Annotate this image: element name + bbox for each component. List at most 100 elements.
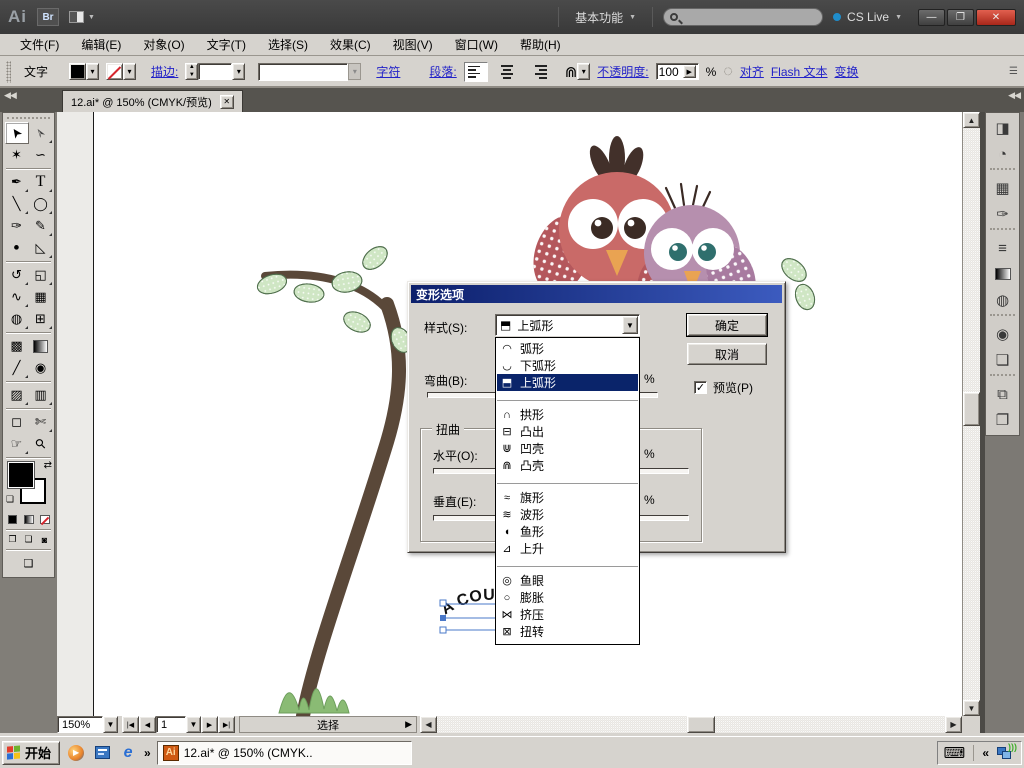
warp-option-wave[interactable]: ≋ 波形 xyxy=(497,506,638,523)
menu-file[interactable]: 文件(F) xyxy=(10,34,69,55)
blob-brush-tool[interactable]: ⚫ xyxy=(5,237,29,259)
last-page-button[interactable]: ▶| xyxy=(218,716,235,733)
warp-option-shell-upper[interactable]: ⋒ 凸壳 xyxy=(497,457,638,474)
perspective-grid-tool[interactable]: ⊞ xyxy=(29,308,53,330)
type-tool[interactable]: T xyxy=(29,171,53,193)
warp-option-shell-lower[interactable]: ⋓ 凹壳 xyxy=(497,440,638,457)
envelope-warp-dropdown[interactable]: ▾ xyxy=(577,63,591,80)
warp-option-arc-lower[interactable]: ◡ 下弧形 xyxy=(497,357,638,374)
warp-option-fisheye[interactable]: ◎ 鱼眼 xyxy=(497,572,638,589)
opacity-link[interactable]: 不透明度: xyxy=(597,63,648,80)
menu-edit[interactable]: 编辑(E) xyxy=(71,34,131,55)
symbol-sprayer-tool[interactable]: ▨ xyxy=(5,384,29,406)
swap-fill-stroke-icon[interactable]: ⇄ xyxy=(44,460,52,471)
fill-dropdown-button[interactable]: ▾ xyxy=(86,63,100,80)
brushes-panel-button[interactable]: ✑ xyxy=(986,201,1019,227)
input-method-icon[interactable]: ⌨ xyxy=(944,744,966,762)
panel-drag-handle[interactable] xyxy=(6,60,11,83)
pen-tool[interactable]: ✒ xyxy=(5,171,29,193)
scroll-left-button[interactable]: ◀ xyxy=(420,716,437,733)
stroke-weight-control[interactable]: ▲ ▼ ▾ xyxy=(185,63,246,80)
next-page-button[interactable]: ▶ xyxy=(201,716,218,733)
warp-option-fish[interactable]: ◖ 鱼形 xyxy=(497,523,638,540)
warp-style-combobox[interactable]: ⬒ 上弧形 ▼ xyxy=(495,314,640,336)
flash-text-link[interactable]: Flash 文本 xyxy=(771,63,828,80)
warp-option-twist[interactable]: ⊠ 扭转 xyxy=(497,623,638,640)
direct-selection-tool[interactable]: ➢ xyxy=(29,122,53,144)
eraser-tool[interactable]: ◺ xyxy=(29,237,53,259)
fill-swatch[interactable] xyxy=(7,461,35,489)
warp-option-inflate[interactable]: ○ 膨胀 xyxy=(497,589,638,606)
paintbrush-tool[interactable]: ✑ xyxy=(5,215,29,237)
align-panel-link[interactable]: 对齐 xyxy=(740,63,764,80)
workspace-switcher-button[interactable]: 基本功能 ▼ xyxy=(569,9,642,26)
preview-checkbox-row[interactable]: ✓ 预览(P) xyxy=(694,379,753,396)
eyedropper-tool[interactable]: ╱ xyxy=(5,357,29,379)
default-fill-stroke-icon[interactable]: ❏ xyxy=(6,494,14,505)
menu-type[interactable]: 文字(T) xyxy=(197,34,256,55)
opacity-spinner[interactable]: ▶ xyxy=(682,65,696,78)
selection-tool[interactable]: ➤ xyxy=(4,122,29,144)
first-page-button[interactable]: |◀ xyxy=(122,716,139,733)
draw-inside-button[interactable]: ◙ xyxy=(37,532,53,547)
align-center-button[interactable] xyxy=(495,62,519,82)
transparency-panel-button[interactable]: ◍ xyxy=(986,287,1019,313)
search-input[interactable] xyxy=(663,8,824,26)
stroke-color-control[interactable]: ▾ xyxy=(106,63,137,80)
appearance-panel-button[interactable]: ◉ xyxy=(986,321,1019,347)
vertical-scroll-thumb[interactable] xyxy=(963,392,980,426)
column-graph-tool[interactable]: ▥ xyxy=(29,384,53,406)
stroke-panel-link[interactable]: 描边: xyxy=(151,63,178,80)
left-dock-collapse[interactable]: ◀◀ xyxy=(4,90,17,112)
warp-option-arch[interactable]: ∩ 拱形 xyxy=(497,406,638,423)
width-profile-control[interactable]: ▾ xyxy=(258,62,362,81)
control-panel-menu-icon[interactable]: ☰ xyxy=(1009,66,1018,77)
artboards-panel-button[interactable]: ❐ xyxy=(986,407,1019,433)
selection-handles[interactable] xyxy=(439,599,447,634)
width-tool[interactable]: ∿ xyxy=(5,286,29,308)
hand-tool[interactable]: ☞ xyxy=(5,433,29,455)
stroke-none-swatch[interactable] xyxy=(106,63,124,80)
cs-live-button[interactable]: CS Live ▼ xyxy=(833,10,902,24)
layers-panel-button[interactable]: ⧉ xyxy=(986,381,1019,407)
draw-normal-button[interactable]: ❐ xyxy=(5,532,21,547)
align-left-button[interactable] xyxy=(463,61,488,82)
character-panel-link[interactable]: 字符 xyxy=(376,63,400,80)
quick-launch-chevron[interactable]: » xyxy=(144,746,151,760)
ellipse-tool[interactable]: ◯ xyxy=(29,193,53,215)
minimize-button[interactable]: — xyxy=(918,8,945,26)
start-button[interactable]: 开始 xyxy=(2,740,61,765)
width-profile-dropdown[interactable]: ▾ xyxy=(348,63,362,80)
gradient-panel-button[interactable] xyxy=(986,261,1019,287)
menu-select[interactable]: 选择(S) xyxy=(258,34,318,55)
menu-window[interactable]: 窗口(W) xyxy=(445,34,508,55)
line-segment-tool[interactable]: ╲ xyxy=(5,193,29,215)
fill-color-control[interactable]: ▾ xyxy=(69,63,100,80)
ok-button[interactable]: 确定 xyxy=(686,313,768,337)
graphic-styles-panel-button[interactable]: ❏ xyxy=(986,347,1019,373)
show-desktop-icon[interactable] xyxy=(92,743,112,763)
menu-help[interactable]: 帮助(H) xyxy=(510,34,571,55)
opacity-control[interactable]: 100 ▶ xyxy=(655,63,699,80)
status-display[interactable]: 选择 ▶ xyxy=(239,716,417,733)
media-player-icon[interactable]: ▶ xyxy=(66,743,86,763)
zoom-dropdown-button[interactable]: ▼ xyxy=(103,716,118,733)
horizontal-scroll-thumb[interactable] xyxy=(687,716,715,733)
status-menu-icon[interactable]: ▶ xyxy=(405,719,412,730)
lasso-tool[interactable]: ∽ xyxy=(29,144,53,166)
envelope-warp-control[interactable]: ⋒ ▾ xyxy=(565,63,591,81)
menu-effect[interactable]: 效果(C) xyxy=(320,34,381,55)
mesh-tool[interactable]: ▩ xyxy=(5,335,29,357)
stroke-panel-button[interactable]: ≡ xyxy=(986,235,1019,261)
taskbar-app-button[interactable]: Ai 12.ai* @ 150% (CMYK.. xyxy=(156,740,412,765)
vertical-scrollbar[interactable]: ▲ ▼ xyxy=(962,112,980,716)
fill-color-swatch[interactable] xyxy=(69,63,87,80)
none-mode-button[interactable] xyxy=(37,512,53,527)
document-tab-close-icon[interactable]: ✕ xyxy=(219,94,234,109)
combo-dropdown-button[interactable]: ▼ xyxy=(622,316,638,334)
restore-button[interactable]: ❐ xyxy=(947,8,974,26)
warp-option-rise[interactable]: ⊿ 上升 xyxy=(497,540,638,557)
tray-collapse-chevron[interactable]: « xyxy=(982,746,989,760)
blend-tool[interactable]: ◉ xyxy=(29,357,53,379)
scroll-up-button[interactable]: ▲ xyxy=(963,112,980,128)
